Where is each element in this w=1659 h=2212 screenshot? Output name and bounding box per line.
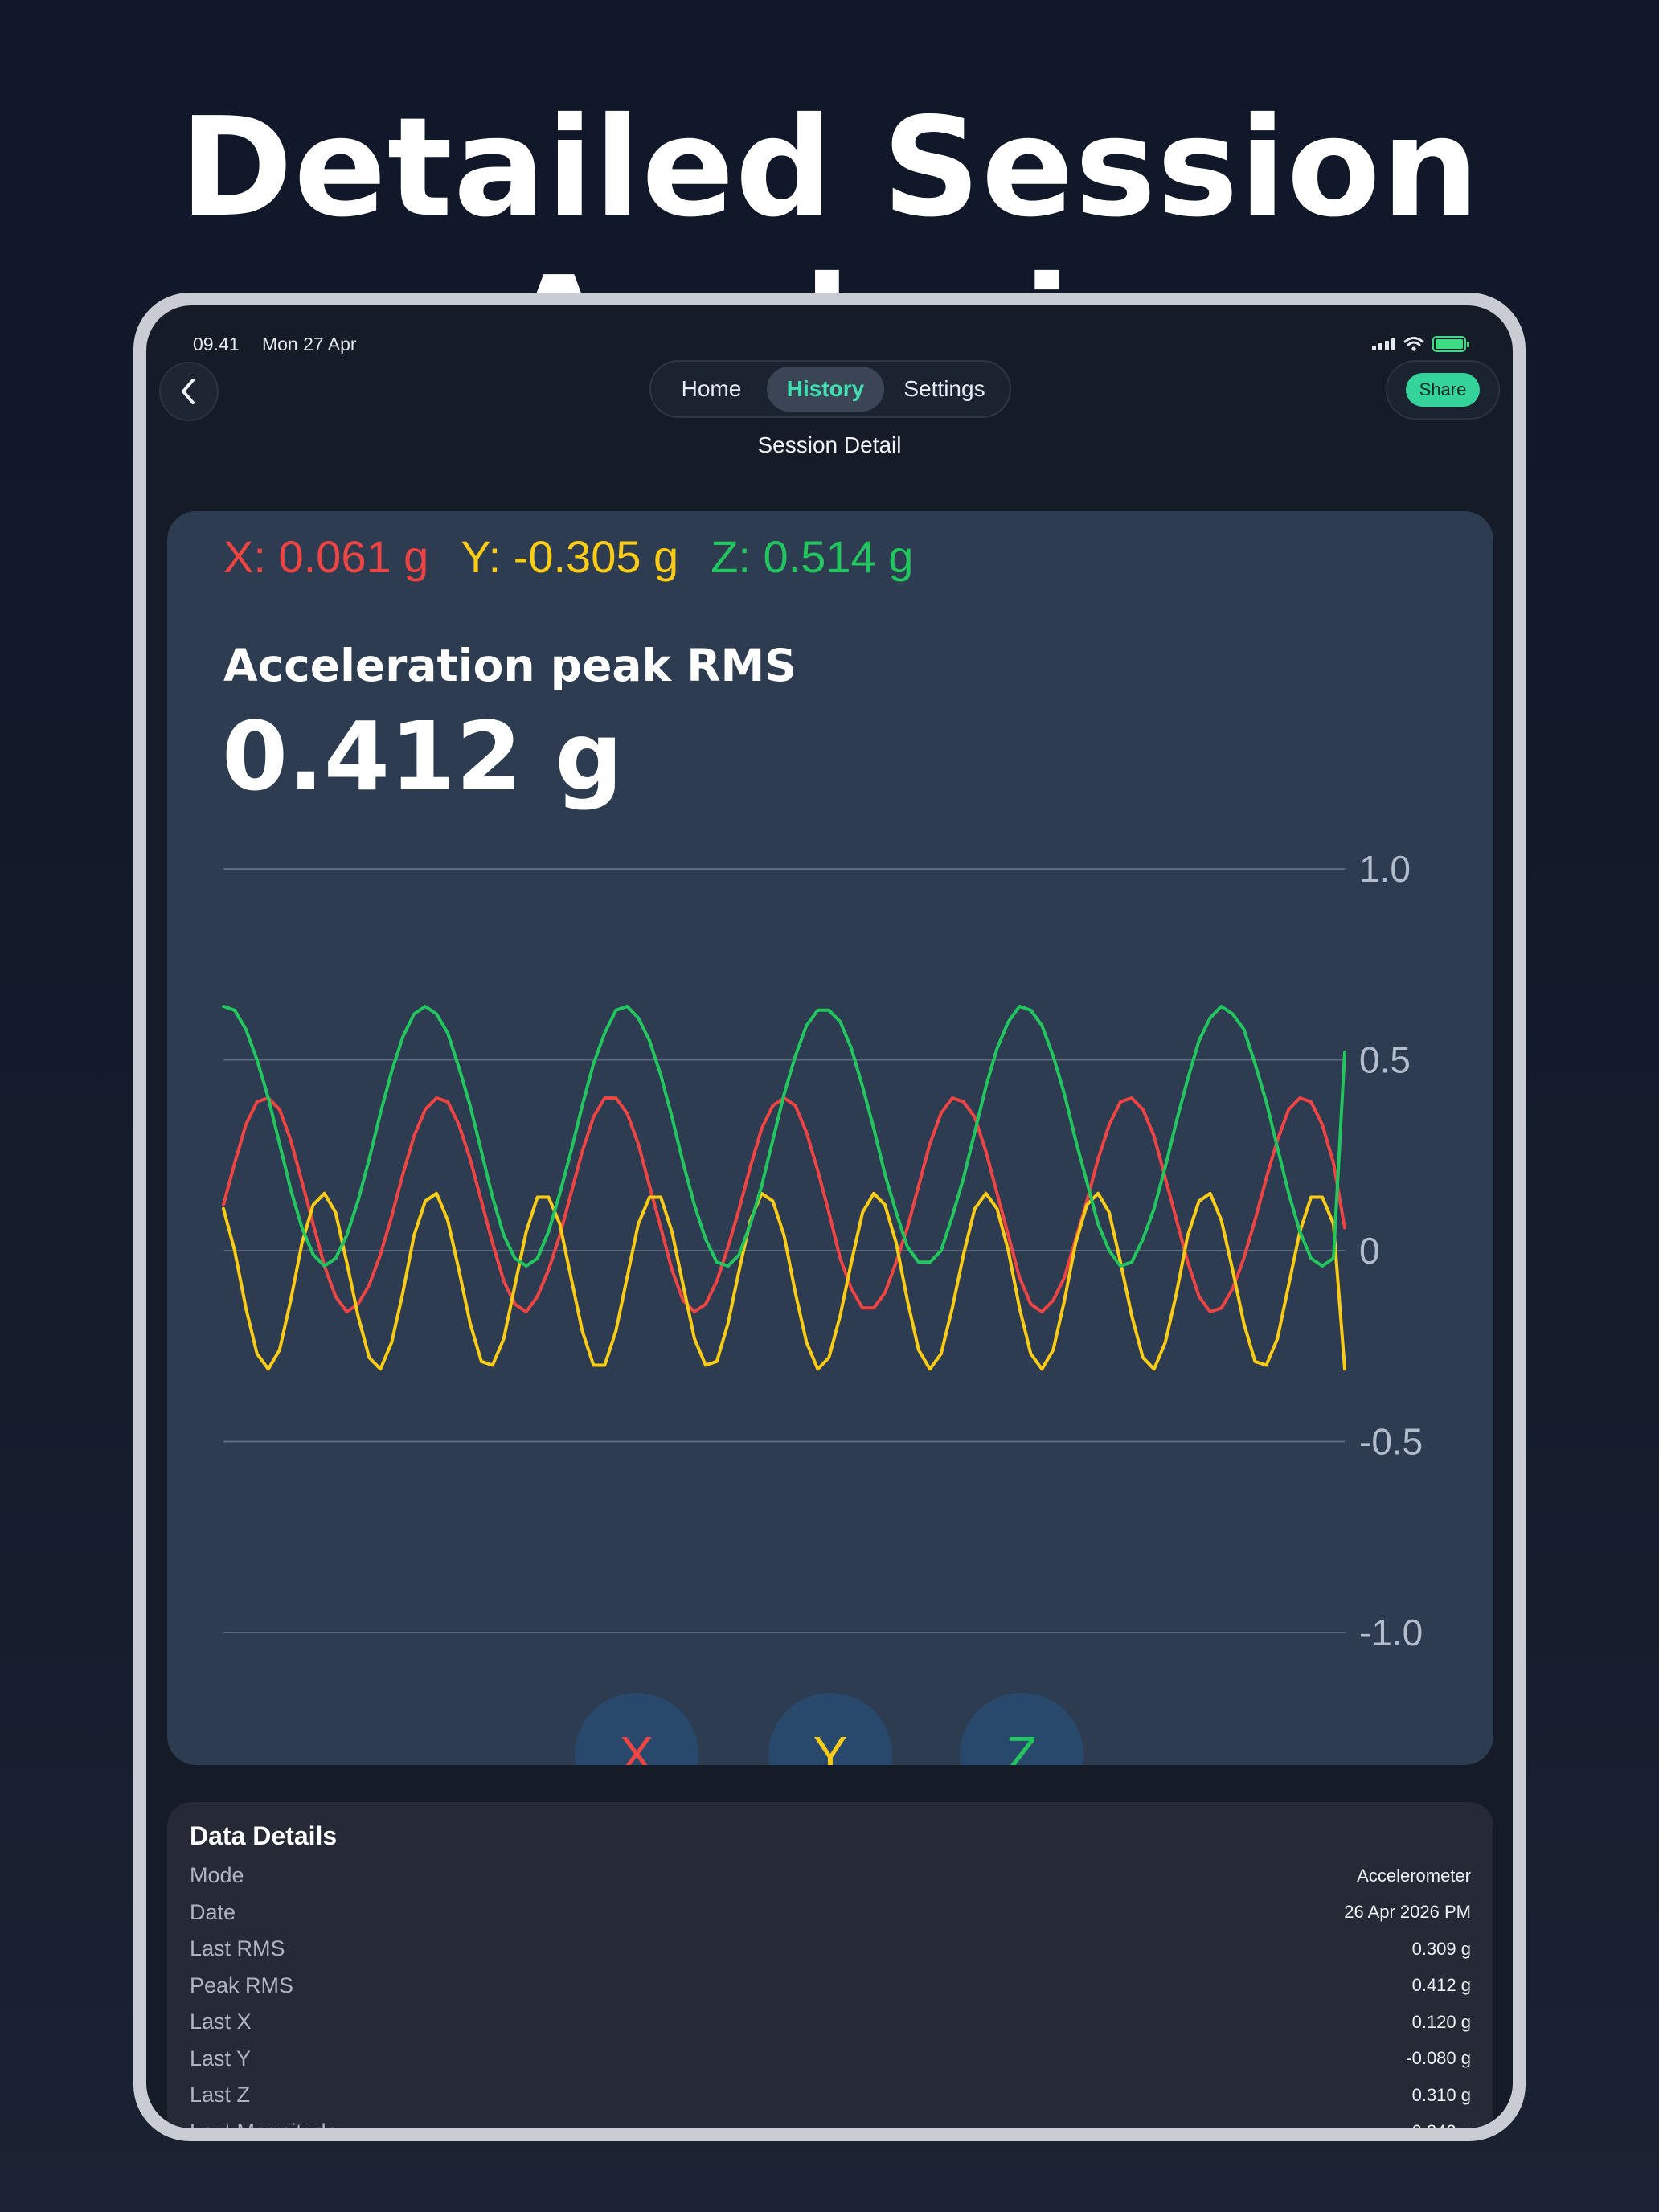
detail-value: Accelerometer [1357, 1865, 1471, 1886]
detail-value: 0.120 g [1411, 2011, 1471, 2032]
detail-key: Last Z [190, 2083, 251, 2108]
page-title: Session Detail [757, 432, 902, 457]
acceleration-chart: 1.0 0.5 0 -0.5 -1.0 [222, 848, 1423, 1653]
y-tick-label: 1.0 [1359, 848, 1411, 890]
battery-charging-icon [1432, 336, 1469, 352]
detail-key: Last X [190, 2009, 252, 2034]
tab-home[interactable]: Home [656, 367, 767, 412]
share-button[interactable]: Share [1406, 373, 1480, 407]
tab-settings[interactable]: Settings [884, 367, 1005, 412]
axis-y-button[interactable]: Y [768, 1693, 892, 1765]
detail-key: Peak RMS [190, 1972, 294, 1997]
metric-value: 0.412 g [222, 701, 623, 812]
detail-value: 0.342 g [1412, 2121, 1471, 2128]
y-tick-label: 0 [1359, 1230, 1380, 1272]
detail-key: Mode [190, 1863, 244, 1888]
axis-readout: X: 0.061 g Y: -0.305 g Z: 0.514 g [223, 530, 913, 583]
detail-value: 0.310 g [1411, 2084, 1471, 2105]
chevron-left-icon [182, 379, 195, 404]
y-tick-label: -0.5 [1359, 1421, 1423, 1463]
tab-history[interactable]: History [767, 367, 884, 412]
wifi-icon [1403, 337, 1424, 351]
detail-key: Last Magnitude [190, 2120, 338, 2128]
status-date: Mon 27 Apr [261, 333, 357, 354]
status-time: 09.41 [193, 333, 240, 354]
detail-key: Last Y [190, 2046, 252, 2071]
detail-key: Last RMS [190, 1936, 285, 1961]
detail-row: Mode Accelerometer [190, 1858, 1471, 1895]
detail-key: Date [190, 1899, 236, 1924]
details-title: Data Details [190, 1821, 338, 1850]
cellular-signal-icon [1372, 338, 1395, 350]
metric-label: Acceleration peak RMS [223, 640, 797, 691]
axis-toggle-group: X Y Z [167, 1693, 1493, 1765]
readout-y: Y: -0.305 g [461, 531, 679, 582]
data-details-panel: Data Details Mode Accelerometer Date 26 Ap… [167, 1802, 1493, 2128]
y-tick-label: 0.5 [1359, 1039, 1411, 1081]
detail-row: Date 26 Apr 2026 PM [190, 1895, 1471, 1931]
y-tick-label: -1.0 [1359, 1612, 1423, 1653]
detail-value: 0.309 g [1411, 1938, 1471, 1959]
chart-card: X: 0.061 g Y: -0.305 g Z: 0.514 g Accele… [167, 511, 1493, 1765]
detail-value: 26 Apr 2026 PM [1344, 1902, 1471, 1923]
series-line-x [222, 1096, 1346, 1313]
detail-row: Last Y -0.080 g [190, 2041, 1471, 2078]
readout-x: X: 0.061 g [223, 531, 429, 582]
detail-row: Last X 0.120 g [190, 2004, 1471, 2041]
detail-row: Last Magnitude 0.342 g [190, 2114, 1471, 2128]
status-bar: 09.41 Mon 27 Apr [193, 328, 1469, 360]
share-container: Share [1386, 360, 1500, 420]
tablet-frame: 09.41 Mon 27 Apr Home History Settings S… [133, 293, 1526, 2141]
tab-bar: Home History Settings [649, 360, 1011, 418]
app-screen: 09.41 Mon 27 Apr Home History Settings S… [146, 305, 1513, 2128]
detail-value: -0.080 g [1406, 2048, 1471, 2069]
details-list: Mode Accelerometer Date 26 Apr 2026 PM Las… [190, 1858, 1471, 2128]
axis-x-button[interactable]: X [575, 1693, 698, 1765]
detail-row: Last Z 0.310 g [190, 2077, 1471, 2114]
series-line-z [222, 1005, 1346, 1268]
detail-row: Last RMS 0.309 g [190, 1931, 1471, 1968]
detail-value: 0.412 g [1411, 1975, 1471, 1996]
axis-z-button[interactable]: Z [960, 1693, 1083, 1765]
back-button[interactable] [159, 362, 219, 421]
readout-z: Z: 0.514 g [711, 531, 914, 582]
detail-row: Peak RMS 0.412 g [190, 1968, 1471, 2005]
